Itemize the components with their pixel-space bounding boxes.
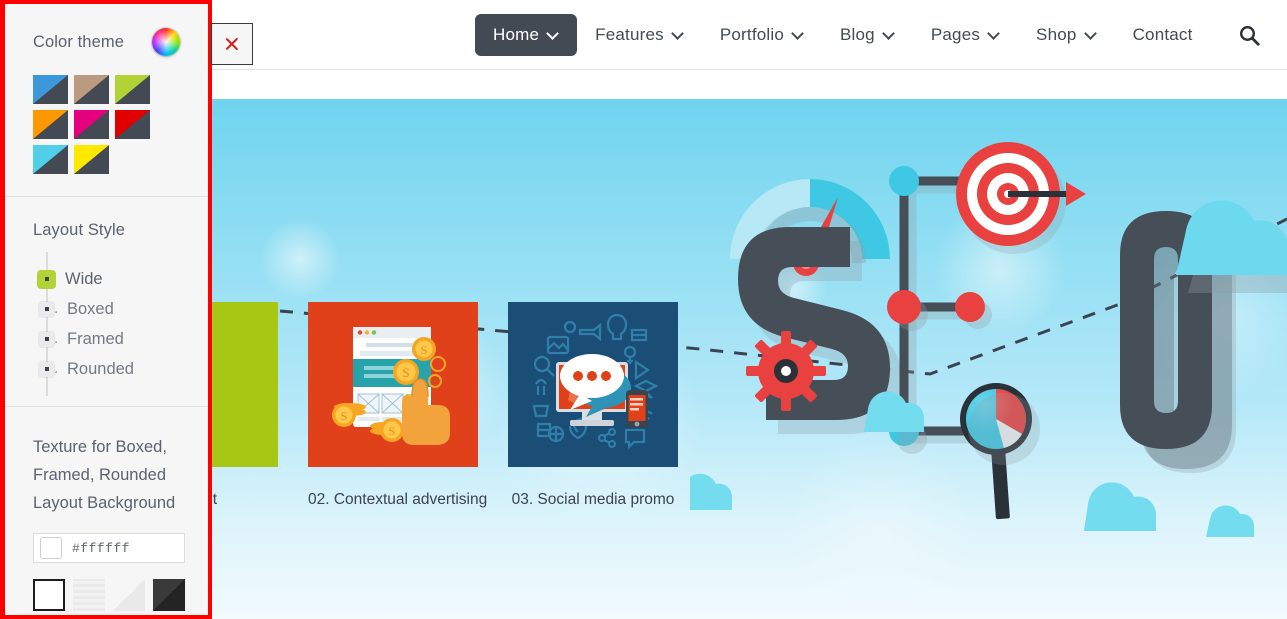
option-label: Rounded bbox=[67, 359, 134, 378]
color-hex-value: #ffffff bbox=[72, 540, 131, 556]
svg-text:S: S bbox=[341, 409, 348, 423]
close-icon bbox=[222, 34, 242, 54]
theme-swatch-tan[interactable] bbox=[74, 75, 109, 104]
nav-label: Contact bbox=[1132, 25, 1193, 44]
nav-label: Features bbox=[595, 25, 664, 44]
layout-option-wide[interactable]: 1. Wide bbox=[33, 264, 180, 294]
theme-swatch-cyan[interactable] bbox=[33, 145, 68, 174]
radio-indicator bbox=[39, 301, 54, 317]
close-panel-button[interactable] bbox=[211, 23, 253, 65]
card-thumbnail-social-media-promo bbox=[508, 302, 678, 467]
color-theme-title: Color theme bbox=[33, 32, 124, 51]
theme-swatch-pink[interactable] bbox=[74, 110, 109, 139]
service-card[interactable]: 03. Social media promo bbox=[508, 302, 678, 509]
card-thumbnail-contextual-advertising: S S S S bbox=[308, 302, 478, 467]
card-label: 02. Contextual advertising bbox=[308, 491, 488, 508]
chevron-down-icon bbox=[548, 28, 559, 39]
svg-text:S: S bbox=[389, 424, 396, 438]
section-texture: Texture for Boxed, Framed, Rounded Layou… bbox=[5, 407, 208, 615]
theme-swatch-blue[interactable] bbox=[33, 75, 68, 104]
layout-style-options: 1. Wide 2. Boxed 3. Framed 4. bbox=[33, 252, 180, 396]
svg-text:S: S bbox=[402, 365, 409, 380]
nav-item-home[interactable]: Home bbox=[475, 14, 578, 56]
nav-item-shop[interactable]: Shop bbox=[1018, 14, 1115, 56]
color-theme-swatches bbox=[33, 75, 189, 174]
texture-title-line-3: Layout Background bbox=[33, 494, 176, 512]
nav-item-portfolio[interactable]: Portfolio bbox=[702, 14, 822, 56]
nav-item-features[interactable]: Features bbox=[577, 14, 702, 56]
chevron-down-icon bbox=[793, 28, 804, 39]
option-label: Boxed bbox=[67, 299, 114, 318]
theme-swatch-lime[interactable] bbox=[115, 75, 150, 104]
chevron-down-icon bbox=[673, 28, 684, 39]
color-theme-header: Color theme bbox=[33, 28, 180, 56]
option-label: Wide bbox=[65, 269, 103, 288]
radio-indicator bbox=[39, 361, 54, 377]
svg-text:S: S bbox=[421, 343, 428, 357]
card-label: 03. Social media promo bbox=[511, 491, 675, 508]
chevron-down-icon bbox=[989, 28, 1000, 39]
texture-swatch-dark-cube[interactable] bbox=[153, 579, 185, 611]
layout-option-framed[interactable]: 3. Framed bbox=[33, 324, 180, 354]
texture-swatch-light-cube[interactable] bbox=[113, 579, 145, 611]
search-icon[interactable] bbox=[1237, 22, 1263, 48]
main-navigation: Home Features Portfolio Blog Pages Shop bbox=[475, 0, 1263, 70]
chevron-down-icon bbox=[884, 28, 895, 39]
seo-illustration bbox=[690, 142, 1287, 537]
texture-swatch-plain-white[interactable] bbox=[33, 579, 65, 611]
section-layout-style: Layout Style 1. Wide 2. Boxed 3. Framed bbox=[5, 197, 208, 406]
section-color-theme: Color theme bbox=[5, 4, 208, 196]
nav-item-blog[interactable]: Blog bbox=[822, 14, 913, 56]
nav-label: Portfolio bbox=[719, 25, 785, 44]
nav-label: Blog bbox=[840, 25, 875, 44]
chevron-down-icon bbox=[1086, 28, 1097, 39]
nav-label: Pages bbox=[930, 25, 981, 44]
nav-item-contact[interactable]: Contact bbox=[1115, 14, 1211, 56]
theme-swatch-red[interactable] bbox=[115, 110, 150, 139]
theme-swatch-orange[interactable] bbox=[33, 110, 68, 139]
theme-customizer-panel: Color theme Layout Style 1. bbox=[0, 0, 212, 619]
nav-label: Shop bbox=[1036, 25, 1077, 44]
color-preview-chip[interactable] bbox=[40, 537, 62, 559]
color-wheel-icon[interactable] bbox=[152, 28, 180, 56]
nav-label: Home bbox=[493, 25, 540, 44]
option-label: Framed bbox=[67, 329, 124, 348]
texture-swatch-light-concrete[interactable] bbox=[73, 579, 105, 611]
layout-option-boxed[interactable]: 2. Boxed bbox=[33, 294, 180, 324]
radio-indicator bbox=[39, 331, 54, 347]
texture-swatches bbox=[33, 579, 185, 615]
background-color-input[interactable]: #ffffff bbox=[33, 533, 185, 563]
texture-title-line-1: Texture for Boxed, bbox=[33, 438, 167, 456]
theme-swatch-yellow[interactable] bbox=[74, 145, 109, 174]
radio-indicator bbox=[37, 269, 56, 289]
layout-option-rounded[interactable]: 4. Rounded bbox=[33, 354, 180, 384]
layout-style-title: Layout Style bbox=[33, 221, 126, 239]
panel-scroll-area[interactable]: Color theme Layout Style 1. bbox=[5, 4, 208, 615]
nav-item-pages[interactable]: Pages bbox=[913, 14, 1018, 56]
service-card[interactable]: S S S S 02. Contextual advertising bbox=[308, 302, 488, 509]
texture-title-line-2: Framed, Rounded bbox=[33, 466, 166, 484]
